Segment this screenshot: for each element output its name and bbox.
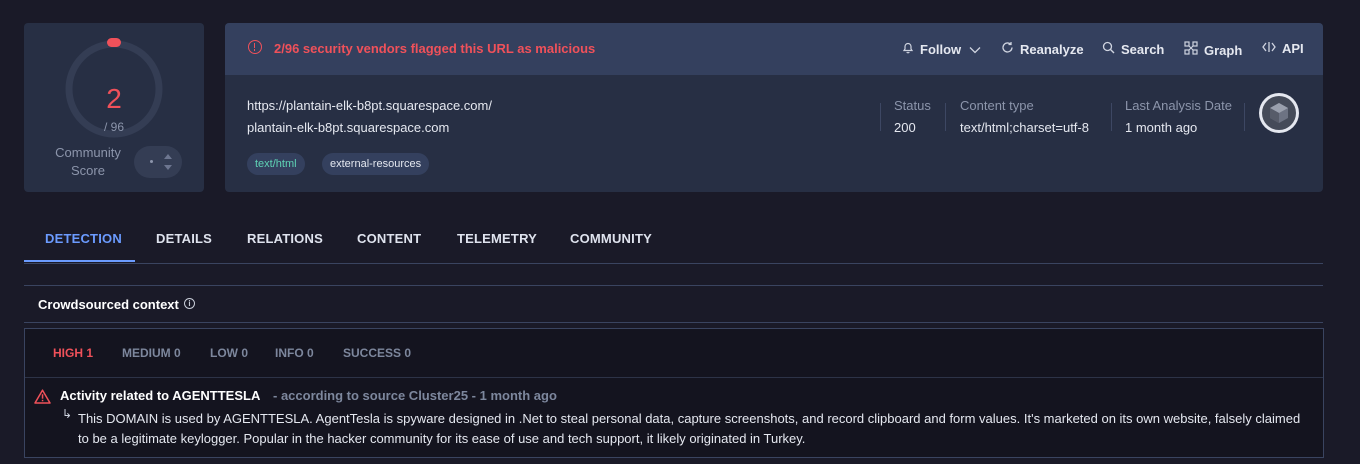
content-type-label: Content type bbox=[960, 98, 1034, 113]
context-entry-source: - according to source Cluster25 - 1 mont… bbox=[273, 388, 557, 403]
detection-score-card: 2 / 96 Community Score bbox=[24, 23, 204, 192]
context-entry-description: This DOMAIN is used by AGENTTESLA. Agent… bbox=[78, 411, 1301, 446]
detection-total: / 96 bbox=[103, 120, 124, 134]
filter-high[interactable]: HIGH 1 bbox=[53, 346, 93, 360]
tab-detection[interactable]: DETECTION bbox=[45, 231, 122, 246]
tab-bar: DETECTION DETAILS RELATIONS CONTENT TELE… bbox=[24, 214, 1323, 264]
api-icon bbox=[1262, 42, 1276, 52]
community-score-label: Community Score bbox=[55, 145, 121, 178]
alert-circle-icon bbox=[248, 40, 262, 54]
warning-triangle-icon bbox=[34, 389, 51, 404]
divider bbox=[25, 377, 1323, 378]
tag-external-resources[interactable]: external-resources bbox=[322, 153, 430, 175]
community-score-value bbox=[150, 160, 153, 163]
last-analysis-label: Last Analysis Date bbox=[1125, 98, 1232, 113]
last-analysis-value: 1 month ago bbox=[1125, 120, 1198, 135]
tab-telemetry[interactable]: TELEMETRY bbox=[457, 231, 537, 246]
alert-message: 2/96 security vendors flagged this URL a… bbox=[274, 41, 596, 56]
filter-medium[interactable]: MEDIUM 0 bbox=[122, 346, 181, 360]
filter-info[interactable]: INFO 0 bbox=[275, 346, 314, 360]
vote-down-icon[interactable] bbox=[164, 165, 172, 170]
community-score-vote[interactable] bbox=[134, 146, 182, 178]
filter-success[interactable]: SUCCESS 0 bbox=[343, 346, 411, 360]
reply-arrow-icon: ↳ bbox=[62, 407, 73, 421]
search-label: Search bbox=[1121, 42, 1165, 57]
follow-button[interactable]: Follow bbox=[902, 41, 981, 57]
url-thumbnail bbox=[1259, 93, 1299, 133]
detection-count: 2 bbox=[106, 83, 122, 114]
status-value: 200 bbox=[894, 120, 916, 135]
reanalyze-label: Reanalyze bbox=[1020, 42, 1084, 57]
bell-icon bbox=[902, 42, 914, 54]
tab-relations[interactable]: RELATIONS bbox=[247, 231, 323, 246]
meta-divider bbox=[880, 103, 881, 131]
graph-icon bbox=[1184, 41, 1198, 55]
meta-divider bbox=[945, 103, 946, 131]
crowdsourced-context-title: Crowdsourced context bbox=[38, 297, 179, 312]
api-button[interactable]: API bbox=[1262, 41, 1304, 56]
tab-community[interactable]: COMMUNITY bbox=[570, 231, 652, 246]
url-summary-card: 2/96 security vendors flagged this URL a… bbox=[225, 23, 1323, 192]
search-button[interactable]: Search bbox=[1102, 41, 1164, 57]
tab-content[interactable]: CONTENT bbox=[357, 231, 421, 246]
tab-details[interactable]: DETAILS bbox=[156, 231, 212, 246]
analyzed-url[interactable]: https://plantain-elk-b8pt.squarespace.co… bbox=[247, 98, 492, 113]
context-entry-title: Activity related to AGENTTESLA bbox=[60, 388, 261, 403]
api-label: API bbox=[1282, 41, 1304, 56]
search-icon bbox=[1102, 41, 1115, 54]
status-label: Status bbox=[894, 98, 931, 113]
meta-divider bbox=[1244, 103, 1245, 131]
analyzed-domain[interactable]: plantain-elk-b8pt.squarespace.com bbox=[247, 120, 449, 135]
content-type-value: text/html;charset=utf-8 bbox=[960, 120, 1089, 135]
alert-bar: 2/96 security vendors flagged this URL a… bbox=[225, 23, 1323, 75]
graph-label: Graph bbox=[1204, 43, 1243, 58]
meta-divider bbox=[1111, 103, 1112, 131]
follow-label: Follow bbox=[920, 42, 962, 57]
refresh-icon bbox=[1002, 42, 1013, 53]
info-icon[interactable]: i bbox=[184, 298, 195, 309]
detection-ring-marker bbox=[107, 38, 121, 47]
filter-low[interactable]: LOW 0 bbox=[210, 346, 248, 360]
crowdsourced-context-panel: HIGH 1 MEDIUM 0 LOW 0 INFO 0 SUCCESS 0 A… bbox=[24, 328, 1324, 458]
chevron-down-icon bbox=[969, 47, 981, 54]
crowdsourced-context-header: Crowdsourced context i bbox=[24, 285, 1323, 323]
vote-up-icon[interactable] bbox=[164, 154, 172, 159]
reanalyze-button[interactable]: Reanalyze bbox=[1001, 41, 1084, 57]
cube-icon bbox=[1270, 103, 1288, 123]
graph-button[interactable]: Graph bbox=[1184, 41, 1242, 58]
active-tab-indicator bbox=[24, 260, 135, 262]
tag-text-html[interactable]: text/html bbox=[247, 153, 305, 175]
